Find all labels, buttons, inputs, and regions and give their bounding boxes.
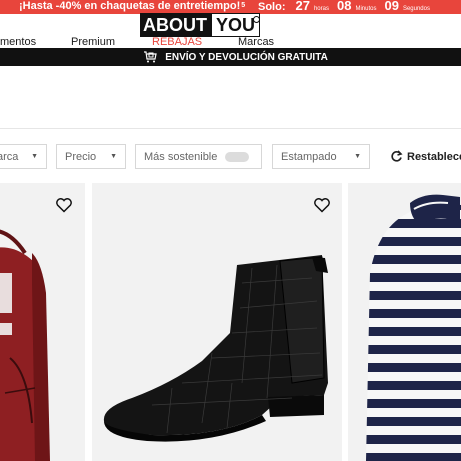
- chevron-down-icon: ▼: [354, 153, 361, 160]
- product-card-sweater[interactable]: [348, 183, 461, 461]
- countdown-hours: 27: [295, 0, 310, 13]
- main-nav: mentos Premium REBAJAS Marcas: [0, 36, 461, 48]
- filter-brand-label: arca: [0, 150, 19, 163]
- backpack-image: [0, 229, 50, 461]
- countdown-minutes-unit: Minutos: [355, 6, 377, 12]
- filter-pattern-label: Estampado: [281, 150, 337, 163]
- filter-bar: arca ▼ Precio ▼ Más sostenible Estampado…: [0, 144, 461, 169]
- chevron-down-icon: ▼: [31, 153, 38, 160]
- product-card-boot[interactable]: [92, 183, 342, 461]
- filter-price[interactable]: Precio ▼: [56, 144, 126, 169]
- filter-price-label: Precio: [65, 150, 97, 163]
- promo-message-text: ¡Hasta -40% en chaquetas de entretiempo!: [19, 0, 241, 12]
- promo-countdown: Solo: 27 horas 08 Minutos 09 Segundos: [258, 0, 434, 14]
- countdown-seconds: 09: [384, 0, 399, 13]
- logo-part-you-text: YOU: [216, 15, 256, 35]
- product-grid: [0, 183, 461, 461]
- countdown-hours-unit: horas: [313, 6, 329, 12]
- boot-image: [103, 255, 328, 442]
- nav-item-premium[interactable]: Premium: [71, 36, 115, 48]
- return-box-icon: [144, 51, 157, 63]
- sustainable-toggle[interactable]: [225, 151, 250, 162]
- countdown-solo-label: Solo:: [258, 1, 286, 13]
- filter-brand[interactable]: arca ▼: [0, 144, 47, 169]
- countdown-seconds-unit: Segundos: [402, 6, 430, 12]
- heart-outline-icon[interactable]: [313, 197, 331, 213]
- page: ¡Hasta -40% en chaquetas de entretiempo!…: [0, 0, 461, 461]
- reset-filters-button[interactable]: Restablece: [390, 144, 461, 169]
- reset-filters-label: Restablece: [407, 150, 461, 163]
- promo-message[interactable]: ¡Hasta -40% en chaquetas de entretiempo!…: [19, 0, 245, 12]
- site-logo[interactable]: ABOUT YOU: [140, 13, 261, 37]
- chevron-down-icon: ▼: [110, 153, 117, 160]
- countdown-minutes: 08: [336, 0, 352, 13]
- nav-item-1[interactable]: mentos: [0, 36, 36, 48]
- logo-part-about: ABOUT: [140, 13, 211, 37]
- filter-pattern[interactable]: Estampado ▼: [272, 144, 370, 169]
- logo-part-you: YOU: [211, 13, 261, 37]
- promo-banner[interactable]: ¡Hasta -40% en chaquetas de entretiempo!…: [0, 0, 461, 14]
- promo-message-sup: 5: [241, 2, 246, 9]
- sweater-image: [366, 194, 461, 461]
- nav-item-rebajas[interactable]: REBAJAS: [152, 36, 202, 48]
- header-divider: [0, 128, 461, 129]
- nav-item-marcas[interactable]: Marcas: [238, 36, 274, 48]
- reset-arrow-icon: [391, 150, 403, 162]
- product-card-backpack[interactable]: [0, 183, 85, 461]
- filter-sustainable-label: Más sostenible: [144, 150, 218, 163]
- logo-circle-icon: [253, 16, 261, 23]
- shipping-banner: ENVÍO Y DEVOLUCIÓN GRATUITA: [0, 48, 461, 66]
- shipping-banner-text: ENVÍO Y DEVOLUCIÓN GRATUITA: [165, 51, 328, 63]
- filter-sustainable[interactable]: Más sostenible: [135, 144, 262, 169]
- heart-outline-icon[interactable]: [55, 197, 73, 213]
